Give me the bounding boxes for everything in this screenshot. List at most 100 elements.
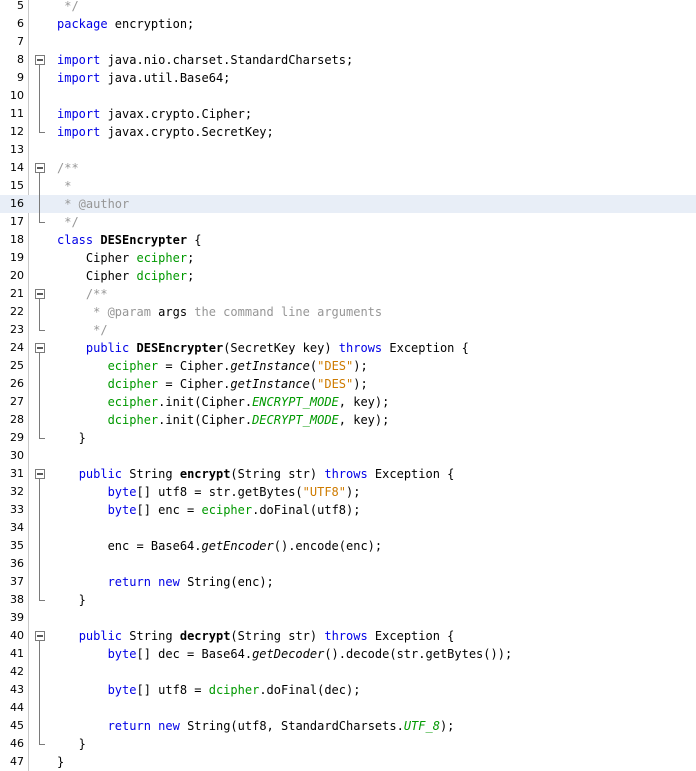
code-line[interactable]: 17 */ (0, 213, 696, 231)
code-line[interactable]: 32 byte[] utf8 = str.getBytes("UTF8"); (0, 483, 696, 501)
code-line[interactable]: 18 class DESEncrypter { (0, 231, 696, 249)
code-text: byte[] dec = Base64.getDecoder().decode(… (57, 645, 513, 663)
code-line[interactable]: 7 (0, 33, 696, 51)
code-line[interactable]: 29 } (0, 429, 696, 447)
code-line[interactable]: 36 (0, 555, 696, 573)
code-text: public String decrypt(String str) throws… (57, 627, 455, 645)
line-number: 44 (10, 701, 24, 714)
code-text: * (57, 177, 71, 195)
code-line[interactable]: 41 byte[] dec = Base64.getDecoder().deco… (0, 645, 696, 663)
code-line[interactable]: 13 (0, 141, 696, 159)
code-line[interactable]: 37 return new String(enc); (0, 573, 696, 591)
fold-collapse-icon[interactable] (35, 159, 47, 177)
code-line[interactable]: 12 import javax.crypto.SecretKey; (0, 123, 696, 141)
fold-guide-line (35, 663, 47, 681)
fold-collapse-icon[interactable] (35, 627, 47, 645)
line-number: 10 (10, 89, 24, 102)
code-line[interactable]: 30 (0, 447, 696, 465)
code-line[interactable]: 5 */ (0, 0, 696, 15)
code-token: (SecretKey key) (223, 341, 339, 355)
code-line[interactable]: 35 enc = Base64.getEncoder().encode(enc)… (0, 537, 696, 555)
code-text: package encryption; (57, 15, 194, 33)
code-line[interactable]: 8 import java.nio.charset.StandardCharset… (0, 51, 696, 69)
code-token: [] utf8 = (136, 683, 209, 697)
code-line[interactable]: 6 package encryption; (0, 15, 696, 33)
code-token: the command line arguments (187, 305, 383, 319)
code-text: */ (57, 213, 78, 231)
code-token: ); (353, 359, 368, 373)
fold-collapse-icon[interactable] (35, 339, 47, 357)
code-line[interactable]: 39 (0, 609, 696, 627)
code-editor[interactable]: 5 */ 6 package encryption; 7 8 import java.ni… (0, 0, 696, 771)
code-line[interactable]: 43 byte[] utf8 = dcipher.doFinal(dec); (0, 681, 696, 699)
fold-collapse-icon[interactable] (35, 285, 47, 303)
code-line[interactable]: 14 /** (0, 159, 696, 177)
code-line[interactable]: 9 import java.util.Base64; (0, 69, 696, 87)
code-line[interactable]: 20 Cipher dcipher; (0, 267, 696, 285)
code-line[interactable]: 16 * @author (0, 195, 696, 213)
line-number: 28 (10, 413, 24, 426)
code-token: String(enc); (179, 575, 274, 589)
code-line[interactable]: 44 (0, 699, 696, 717)
code-line[interactable]: 15 * (0, 177, 696, 195)
code-area[interactable]: 5 */ 6 package encryption; 7 8 import java.ni… (0, 0, 696, 771)
line-number: 42 (10, 665, 24, 678)
code-token: import (57, 53, 101, 67)
code-token: .doFinal(dec); (259, 683, 361, 697)
code-token: , key); (338, 413, 390, 427)
code-token: return (107, 719, 151, 733)
fold-guide-line (35, 87, 47, 105)
code-token: = Cipher. (158, 377, 231, 391)
code-line[interactable]: 28 dcipher.init(Cipher.DECRYPT_MODE, key… (0, 411, 696, 429)
code-token: dcipher (107, 377, 159, 391)
code-text: dcipher.init(Cipher.DECRYPT_MODE, key); (57, 411, 390, 429)
code-line[interactable]: 24 public DESEncrypter(SecretKey key) th… (0, 339, 696, 357)
code-token: ecipher (136, 251, 188, 265)
code-token: javax.crypto.SecretKey; (100, 125, 274, 139)
fold-guide-line (35, 483, 47, 501)
code-text: Cipher dcipher; (57, 267, 194, 285)
code-line[interactable]: 33 byte[] enc = ecipher.doFinal(utf8); (0, 501, 696, 519)
code-text: ecipher.init(Cipher.ENCRYPT_MODE, key); (57, 393, 390, 411)
code-line[interactable]: 26 dcipher = Cipher.getInstance("DES"); (0, 375, 696, 393)
code-line[interactable]: 27 ecipher.init(Cipher.ENCRYPT_MODE, key… (0, 393, 696, 411)
code-text: import javax.crypto.SecretKey; (57, 123, 274, 141)
code-line[interactable]: 47} (0, 753, 696, 771)
code-token: ().encode(enc); (273, 539, 383, 553)
code-token: import (57, 107, 101, 121)
code-line[interactable]: 38 } (0, 591, 696, 609)
code-line[interactable]: 10 (0, 87, 696, 105)
code-line[interactable]: 19 Cipher ecipher; (0, 249, 696, 267)
fold-collapse-icon[interactable] (35, 465, 47, 483)
code-token: ; (187, 251, 195, 265)
code-line[interactable]: 46 } (0, 735, 696, 753)
code-line[interactable]: 42 (0, 663, 696, 681)
code-line[interactable]: 21 /** (0, 285, 696, 303)
fold-collapse-icon[interactable] (35, 51, 47, 69)
code-text: } (57, 591, 86, 609)
code-token: public (78, 629, 123, 643)
fold-guide-line (35, 357, 47, 375)
fold-guide-line (35, 519, 47, 537)
fold-end-marker (35, 591, 47, 609)
code-token: encryption; (107, 17, 195, 31)
line-number: 43 (10, 683, 24, 696)
code-line[interactable]: 40 public String decrypt(String str) thr… (0, 627, 696, 645)
code-text: class DESEncrypter { (57, 231, 202, 249)
code-line[interactable]: 34 (0, 519, 696, 537)
line-number: 18 (10, 233, 24, 246)
code-text: import java.util.Base64; (57, 69, 230, 87)
line-number: 24 (10, 341, 24, 354)
code-line[interactable]: 45 return new String(utf8, StandardChars… (0, 717, 696, 735)
code-token: public (78, 467, 123, 481)
line-number: 26 (10, 377, 24, 390)
code-line[interactable]: 25 ecipher = Cipher.getInstance("DES"); (0, 357, 696, 375)
code-token: } (57, 431, 86, 445)
code-line[interactable]: 23 */ (0, 321, 696, 339)
code-line[interactable]: 22 * @param args the command line argume… (0, 303, 696, 321)
code-line[interactable]: 31 public String encrypt(String str) thr… (0, 465, 696, 483)
code-line[interactable]: 11 import javax.crypto.Cipher; (0, 105, 696, 123)
